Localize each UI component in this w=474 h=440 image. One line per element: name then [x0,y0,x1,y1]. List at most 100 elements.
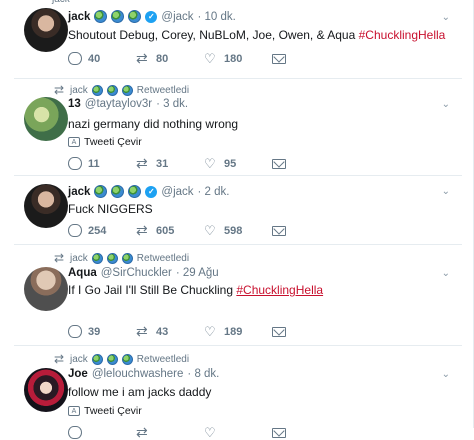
tweet-time[interactable]: · 8 dk. [187,368,219,380]
like-button[interactable]: ♡ 189 [204,325,272,338]
reply-icon [68,224,82,237]
like-button[interactable]: ♡ 180 [204,52,272,65]
retweet-button[interactable]: ⇄ 43 [136,324,204,338]
tweet-body: If I Go Jail I'll Still Be Chuckling [68,283,237,297]
author-name[interactable]: jack [68,11,90,23]
avatar[interactable] [24,267,68,311]
reply-count: 40 [88,52,101,65]
globe-emoji-icon [128,185,142,198]
globe-emoji-icon [111,185,125,198]
author-handle[interactable]: @lelouchwashere [92,368,184,380]
reply-icon [68,325,82,338]
chevron-down-icon[interactable]: ⌄ [442,268,450,279]
retweet-count: 31 [156,157,169,170]
hashtag-link[interactable]: #ChucklingHella [359,28,446,42]
tweet-time[interactable]: · 3 dk. [156,98,188,110]
reply-button[interactable]: 11 [68,157,136,170]
tweet[interactable]: jack jack ✓ @jack · 10 dk. ⌄ Shoutout De… [14,0,462,79]
tweet[interactable]: ⇄ jack Retweetledi Joe @lelouchwashere ·… [14,346,462,439]
retweeted-by-name[interactable]: jack [70,85,88,96]
tweet-actions: 11 ⇄ 31 ♡ 95 [68,155,340,171]
avatar[interactable] [24,184,68,228]
retweeted-by-name[interactable]: jack [52,0,70,5]
reply-button[interactable]: 39 [68,325,136,338]
dm-button[interactable] [272,224,340,237]
tweet-header: Aqua @SirChuckler · 29 Ağu [68,267,219,279]
author-name[interactable]: Aqua [68,267,97,279]
retweet-icon: ⇄ [136,155,148,171]
reply-button[interactable]: 254 [68,224,136,237]
globe-emoji-icon [106,84,118,96]
reply-icon [68,157,82,170]
tweet-header: 13 @taytaylov3r · 3 dk. [68,98,188,110]
chevron-down-icon[interactable]: ⌄ [442,369,450,380]
like-count: 180 [224,52,243,65]
envelope-icon [272,54,286,64]
reply-count: 11 [88,157,100,170]
globe-emoji-icon [121,84,133,96]
envelope-icon [272,159,286,169]
author-name[interactable]: jack [68,186,90,198]
dm-button[interactable] [272,325,340,338]
tweet-actions: 39 ⇄ 43 ♡ 189 [68,324,340,338]
avatar[interactable] [24,368,68,412]
heart-icon: ♡ [204,223,216,238]
translate-label: Tweeti Çevir [84,136,142,148]
tweet-header: Joe @lelouchwashere · 8 dk. [68,368,219,380]
reply-button[interactable]: 40 [68,52,136,65]
like-button[interactable]: ♡ 598 [204,224,272,237]
author-name[interactable]: Joe [68,368,88,380]
dm-button[interactable] [272,52,340,65]
tweet[interactable]: ⇄ jack Retweetledi 13 @taytaylov3r · 3 d… [14,79,462,176]
retweet-context: ⇄ jack Retweetledi [52,251,189,265]
verified-badge-icon: ✓ [145,10,158,23]
globe-emoji-icon [106,252,118,264]
retweet-button[interactable]: ⇄ 80 [136,50,204,66]
retweeted-label: Retweetledi [136,84,190,96]
tweet[interactable]: jack ✓ @jack · 2 dk. ⌄ Fuck NIGGERS 254 … [14,176,462,245]
globe-emoji-icon [106,353,118,365]
author-name[interactable]: 13 [68,98,81,110]
translate-icon: A [68,137,80,147]
like-count: 189 [224,325,243,338]
globe-emoji-icon [111,10,125,23]
chevron-down-icon[interactable]: ⌄ [442,99,450,110]
dm-button[interactable] [272,157,340,170]
like-button[interactable]: ♡ 95 [204,157,272,170]
tweet[interactable]: ⇄ jack Retweetledi Aqua @SirChuckler · 2… [14,245,462,346]
verified-badge-icon: ✓ [145,185,158,198]
author-handle[interactable]: @SirChuckler [101,267,172,279]
retweet-icon: ⇄ [136,50,148,66]
author-handle[interactable]: @jack [161,186,193,198]
like-count: 598 [224,224,243,237]
translate-tweet-link[interactable]: A Tweeti Çevir [68,405,142,417]
avatar[interactable] [24,8,68,52]
retweeted-by-name[interactable]: jack [70,354,88,365]
tweet-text: Shoutout Debug, Corey, NuBLoM, Joe, Owen… [68,28,445,42]
hashtag-link[interactable]: #ChucklingHella [236,283,323,297]
tweet-time[interactable]: · 2 dk. [198,186,230,198]
translate-label: Tweeti Çevir [84,405,142,417]
author-handle[interactable]: @taytaylov3r [85,98,152,110]
retweeted-by-name[interactable]: jack [70,253,88,264]
tweet-time[interactable]: · 10 dk. [198,11,236,23]
heart-icon: ♡ [204,51,216,66]
tweet-body: follow me i am jacks daddy [68,385,212,399]
author-handle[interactable]: @jack [161,11,193,23]
retweeted-label: Retweetledi [136,353,190,365]
avatar[interactable] [24,97,68,141]
tweet-time[interactable]: · 29 Ağu [176,267,219,279]
tweet-actions: 40 ⇄ 80 ♡ 180 [68,50,340,66]
tweet-text: Fuck NIGGERS [68,202,153,216]
retweet-button[interactable]: ⇄ 31 [136,155,204,171]
tweet-text: follow me i am jacks daddy [68,385,211,399]
retweet-icon: ⇄ [53,251,65,265]
globe-emoji-icon [94,185,108,198]
retweet-button[interactable]: ⇄ 605 [136,223,204,237]
chevron-down-icon[interactable]: ⌄ [442,12,450,23]
translate-tweet-link[interactable]: A Tweeti Çevir [68,136,142,148]
chevron-down-icon[interactable]: ⌄ [442,186,450,197]
retweet-count: 80 [156,52,169,65]
tweet-actions: 254 ⇄ 605 ♡ 598 [68,223,340,237]
globe-emoji-icon [121,353,133,365]
